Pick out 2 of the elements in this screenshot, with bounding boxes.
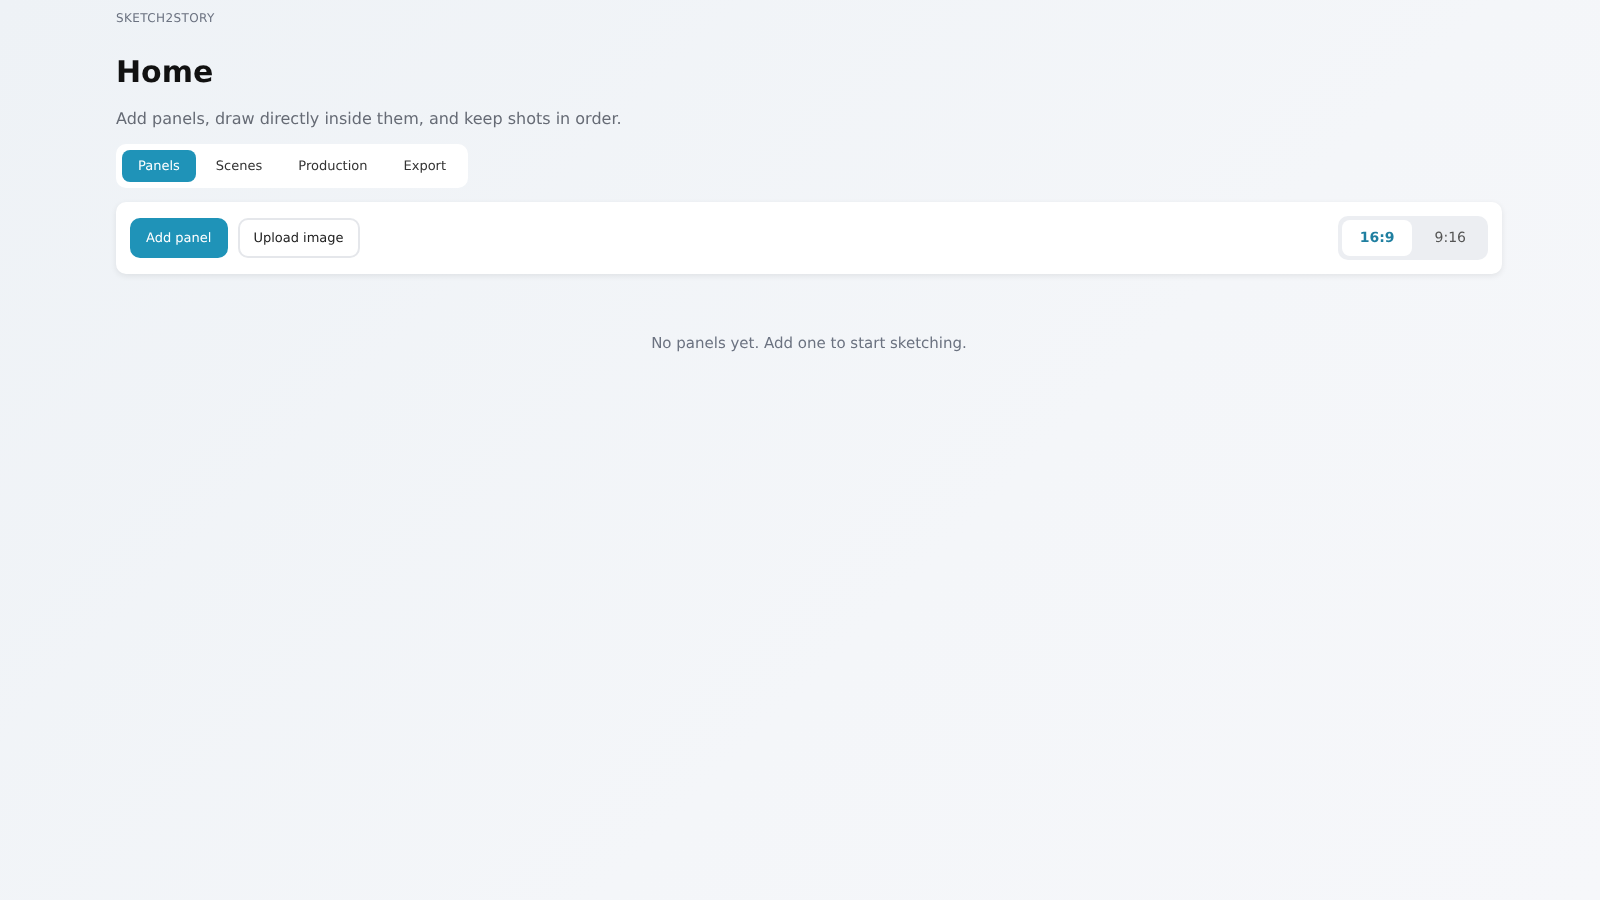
page-subtitle: Add panels, draw directly inside them, and keep shots in order. xyxy=(116,110,624,128)
page-title: Home xyxy=(116,54,216,90)
